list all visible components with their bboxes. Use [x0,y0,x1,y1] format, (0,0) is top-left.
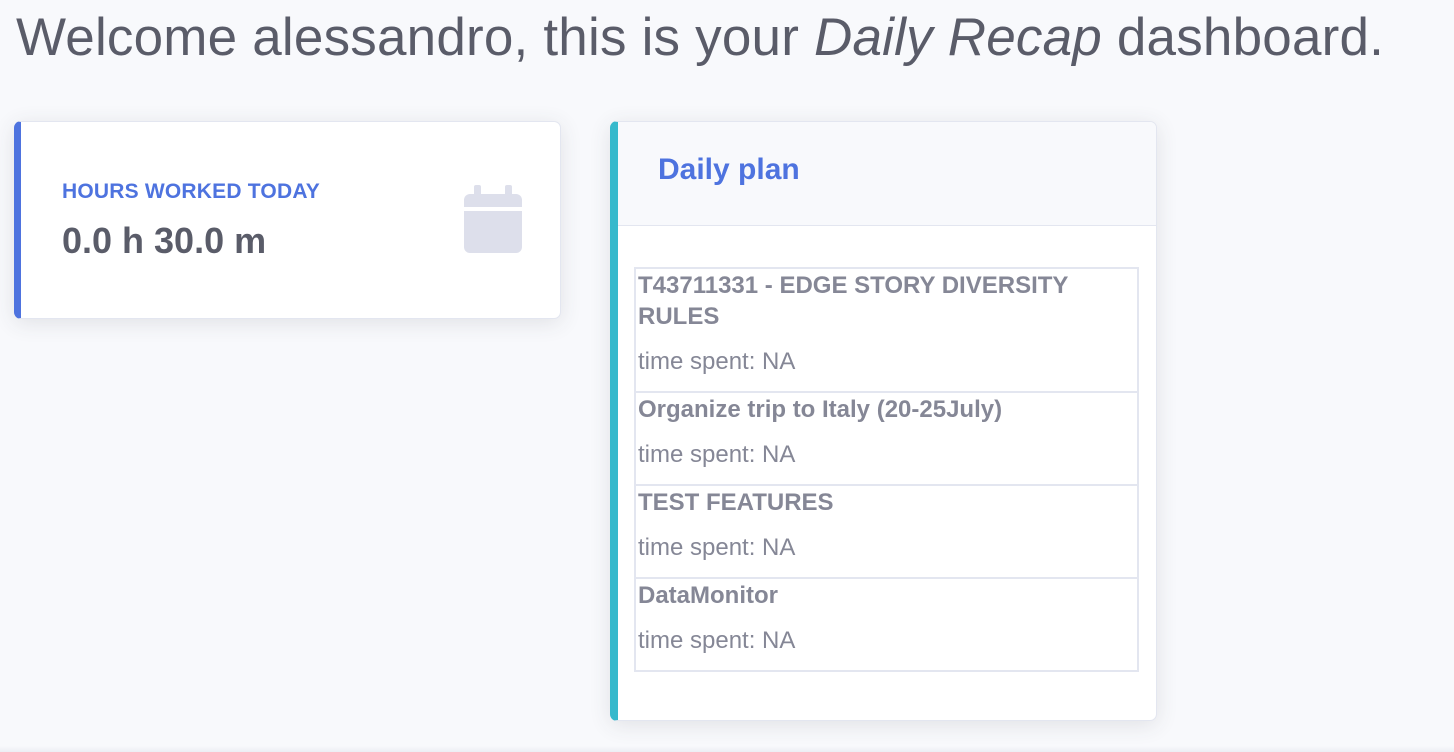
page-bottom-edge [0,746,1454,752]
hours-worked-value: 0.0 h 30.0 m [62,220,267,261]
task-name: DataMonitor [638,582,778,609]
daily-plan-card: Daily plan T43711331 - EDGE STORY DIVERS… [610,121,1157,721]
task-item[interactable]: Organize trip to Italy (20-25July) time … [634,391,1139,486]
task-item[interactable]: DataMonitor time spent: NA [634,577,1139,672]
page-title-prefix: Welcome alessandro, this is your [16,8,815,67]
task-time-spent: time spent: NA [638,534,796,561]
page-title-suffix: dashboard. [1101,8,1385,67]
hours-worked-label: Hours worked today [62,180,320,203]
calendar-icon [464,185,522,253]
task-time-spent: time spent: NA [638,627,796,654]
daily-plan-title: Daily plan [658,153,800,186]
task-time-spent: time spent: NA [638,441,796,468]
task-time-spent: time spent: NA [638,348,796,375]
page-title-emphasis: Daily Recap [814,8,1102,67]
task-name: Organize trip to Italy (20-25July) [638,396,1003,423]
page-title: Welcome alessandro, this is your Daily R… [16,4,1384,72]
daily-plan-header: Daily plan [618,122,1156,226]
task-item[interactable]: T43711331 - EDGE STORY DIVERSITY RULES t… [634,267,1139,393]
task-item[interactable]: TEST FEATURES time spent: NA [634,484,1139,579]
task-name: T43711331 - EDGE STORY DIVERSITY RULES [638,272,1068,330]
hours-worked-card: Hours worked today 0.0 h 30.0 m [14,121,561,319]
task-name: TEST FEATURES [638,489,834,516]
task-list: T43711331 - EDGE STORY DIVERSITY RULES t… [634,267,1139,672]
